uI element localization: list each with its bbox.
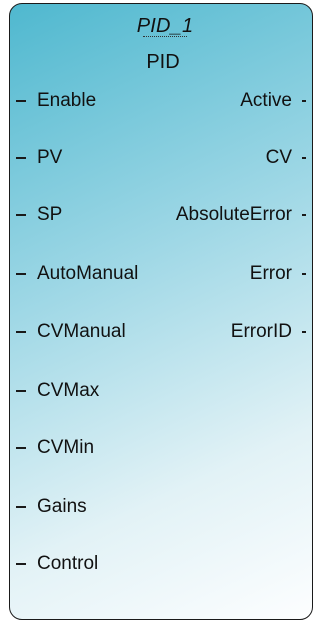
output-pin-error[interactable]: Error — [250, 263, 307, 285]
block-type-name: PID — [146, 51, 180, 73]
input-pin-cvmin[interactable]: CVMin — [16, 437, 94, 459]
input-pin-pv[interactable]: PV — [16, 147, 62, 169]
output-pin-cv[interactable]: CV — [266, 147, 307, 169]
input-pin-cvmax[interactable]: CVMax — [16, 380, 99, 402]
input-pin-sp[interactable]: SP — [16, 204, 62, 226]
output-pin-errorid[interactable]: ErrorID — [231, 321, 307, 343]
instance-name[interactable]: PID_1 — [14, 15, 316, 38]
pid-function-block[interactable]: PID_1 PID Enable PV SP AutoManual CVManu… — [9, 3, 313, 620]
input-pin-gains[interactable]: Gains — [16, 496, 87, 518]
input-pin-control[interactable]: Control — [16, 553, 98, 575]
input-pin-automanual[interactable]: AutoManual — [16, 263, 138, 285]
input-pin-cvmanual[interactable]: CVManual — [16, 321, 126, 343]
input-pin-enable[interactable]: Enable — [16, 90, 96, 112]
output-pin-absoluteerror[interactable]: AbsoluteError — [176, 204, 307, 226]
output-pin-active[interactable]: Active — [240, 90, 306, 112]
